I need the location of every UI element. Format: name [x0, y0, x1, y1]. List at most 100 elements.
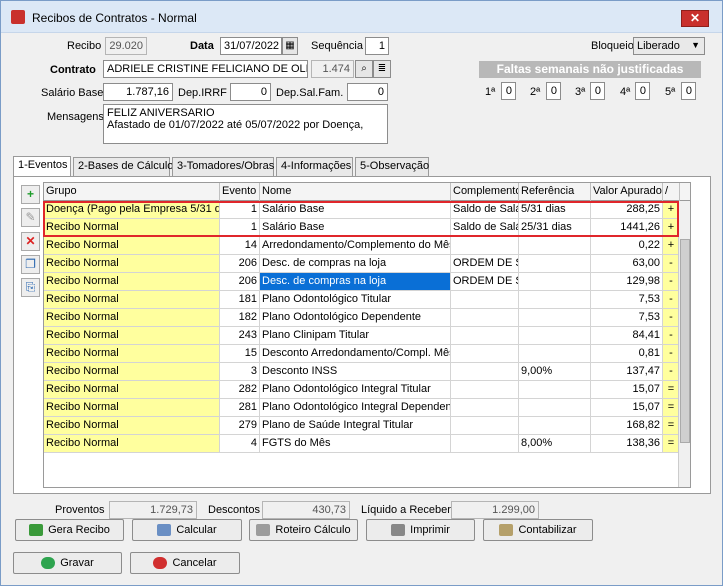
cell-evento[interactable]: 1 — [220, 201, 260, 219]
cell-complemento[interactable]: ORDEM DE SE — [451, 255, 519, 273]
week1-field[interactable]: 0 — [501, 82, 516, 100]
cell-evento[interactable]: 206 — [220, 255, 260, 273]
calendar-icon[interactable]: ▦ — [282, 37, 298, 55]
cell-complemento[interactable]: Saldo de Salá — [451, 219, 519, 237]
table-row[interactable]: Recibo Normal 279 Plano de Saúde Integral … — [44, 417, 680, 435]
cell-grupo[interactable]: Recibo Normal — [44, 219, 220, 237]
cell-grupo[interactable]: Recibo Normal — [44, 273, 220, 291]
cell-complemento[interactable] — [451, 291, 519, 309]
cell-grupo[interactable]: Recibo Normal — [44, 363, 220, 381]
cell-nome[interactable]: Plano Clinipam Titular — [260, 327, 451, 345]
cell-valor[interactable]: 138,36 — [591, 435, 663, 453]
cancelar-button[interactable]: Cancelar — [130, 552, 240, 574]
cell-evento[interactable]: 15 — [220, 345, 260, 363]
cell-evento[interactable]: 4 — [220, 435, 260, 453]
cell-complemento[interactable] — [451, 345, 519, 363]
table-row[interactable]: Recibo Normal 1 Salário Base Saldo de Salá 2… — [44, 219, 680, 237]
cell-evento[interactable]: 206 — [220, 273, 260, 291]
cell-complemento[interactable] — [451, 381, 519, 399]
cell-grupo[interactable]: Recibo Normal — [44, 309, 220, 327]
header-valor[interactable]: Valor Apurado — [591, 183, 663, 201]
delete-icon[interactable]: ✕ — [21, 232, 40, 251]
cell-valor[interactable]: 63,00 — [591, 255, 663, 273]
salario-field[interactable]: 1.787,16 — [103, 83, 173, 101]
cell-nome[interactable]: Salário Base — [260, 219, 451, 237]
cell-complemento[interactable] — [451, 399, 519, 417]
cell-nome[interactable]: FGTS do Mês — [260, 435, 451, 453]
cell-valor[interactable]: 288,25 — [591, 201, 663, 219]
week3-field[interactable]: 0 — [590, 82, 605, 100]
header-grupo[interactable]: Grupo — [44, 183, 220, 201]
cell-complemento[interactable] — [451, 363, 519, 381]
add-icon[interactable]: + — [21, 185, 40, 204]
header-complemento[interactable]: Complemento — [451, 183, 519, 201]
cell-referencia[interactable] — [519, 309, 591, 327]
cell-evento[interactable]: 281 — [220, 399, 260, 417]
cell-nome[interactable]: Desc. de compras na loja — [260, 273, 451, 291]
cell-grupo[interactable]: Doença (Pago pela Empresa 5/31 dia — [44, 201, 220, 219]
cell-referencia[interactable] — [519, 273, 591, 291]
cell-grupo[interactable]: Recibo Normal — [44, 345, 220, 363]
cell-complemento[interactable] — [451, 417, 519, 435]
cell-nome[interactable]: Salário Base — [260, 201, 451, 219]
cell-nome[interactable]: Plano Odontológico Integral Dependent — [260, 399, 451, 417]
cell-referencia[interactable]: 5/31 dias — [519, 201, 591, 219]
cell-valor[interactable]: 7,53 — [591, 291, 663, 309]
imprimir-button[interactable]: Imprimir — [366, 519, 475, 541]
cell-grupo[interactable]: Recibo Normal — [44, 435, 220, 453]
list-icon[interactable]: ≣ — [373, 60, 391, 78]
gera-recibo-button[interactable]: Gera Recibo — [15, 519, 124, 541]
cell-nome[interactable]: Arredondamento/Complemento do Mês — [260, 237, 451, 255]
table-row[interactable]: Recibo Normal 282 Plano Odontológico Integ… — [44, 381, 680, 399]
cell-nome[interactable]: Desc. de compras na loja — [260, 255, 451, 273]
header-sinal[interactable]: / — [663, 183, 680, 201]
data-field[interactable]: 31/07/2022 — [220, 37, 282, 55]
cell-nome[interactable]: Plano Odontológico Integral Titular — [260, 381, 451, 399]
export-icon[interactable]: ⎘ — [21, 278, 40, 297]
cell-referencia[interactable] — [519, 417, 591, 435]
bloqueio-select[interactable]: Liberado ▼ — [633, 37, 705, 55]
cell-valor[interactable]: 15,07 — [591, 381, 663, 399]
table-row[interactable]: Recibo Normal 4 FGTS do Mês 8,00% 138,36 = — [44, 435, 680, 453]
calcular-button[interactable]: Calcular — [132, 519, 242, 541]
table-row[interactable]: Recibo Normal 182 Plano Odontológico Depen… — [44, 309, 680, 327]
cell-grupo[interactable]: Recibo Normal — [44, 291, 220, 309]
cell-evento[interactable]: 282 — [220, 381, 260, 399]
tab-tomadores-obras[interactable]: 3-Tomadores/Obras — [172, 157, 274, 176]
header-referencia[interactable]: Referência — [519, 183, 591, 201]
cell-evento[interactable]: 1 — [220, 219, 260, 237]
cell-evento[interactable]: 181 — [220, 291, 260, 309]
cell-referencia[interactable]: 25/31 dias — [519, 219, 591, 237]
tab-observacao[interactable]: 5-Observação — [355, 157, 429, 176]
table-row[interactable]: Recibo Normal 281 Plano Odontológico Integ… — [44, 399, 680, 417]
cell-valor[interactable]: 168,82 — [591, 417, 663, 435]
mensagens-field[interactable]: FELIZ ANIVERSARIO Afastado de 01/07/2022… — [103, 104, 388, 144]
table-row[interactable]: Recibo Normal 3 Desconto INSS 9,00% 137,47- — [44, 363, 680, 381]
search-icon[interactable]: ⌕ — [355, 60, 373, 78]
cell-referencia[interactable] — [519, 327, 591, 345]
scrollbar-thumb[interactable] — [680, 239, 690, 443]
cell-grupo[interactable]: Recibo Normal — [44, 381, 220, 399]
cell-evento[interactable]: 3 — [220, 363, 260, 381]
cell-valor[interactable]: 15,07 — [591, 399, 663, 417]
cell-nome[interactable]: Plano Odontológico Dependente — [260, 309, 451, 327]
cell-referencia[interactable]: 9,00% — [519, 363, 591, 381]
cell-referencia[interactable] — [519, 399, 591, 417]
gravar-button[interactable]: Gravar — [13, 552, 122, 574]
cell-evento[interactable]: 279 — [220, 417, 260, 435]
depsal-field[interactable]: 0 — [347, 83, 388, 101]
week2-field[interactable]: 0 — [546, 82, 561, 100]
cell-grupo[interactable]: Recibo Normal — [44, 237, 220, 255]
cell-evento[interactable]: 243 — [220, 327, 260, 345]
cell-grupo[interactable]: Recibo Normal — [44, 255, 220, 273]
week5-field[interactable]: 0 — [681, 82, 696, 100]
tab-informacoes[interactable]: 4-Informações — [276, 157, 353, 176]
depirrf-field[interactable]: 0 — [230, 83, 271, 101]
cell-grupo[interactable]: Recibo Normal — [44, 399, 220, 417]
cell-valor[interactable]: 0,81 — [591, 345, 663, 363]
cell-referencia[interactable]: 8,00% — [519, 435, 591, 453]
roteiro-calculo-button[interactable]: Roteiro Cálculo — [249, 519, 358, 541]
cell-valor[interactable]: 1441,26 — [591, 219, 663, 237]
contabilizar-button[interactable]: Contabilizar — [483, 519, 593, 541]
cell-nome[interactable]: Desconto INSS — [260, 363, 451, 381]
